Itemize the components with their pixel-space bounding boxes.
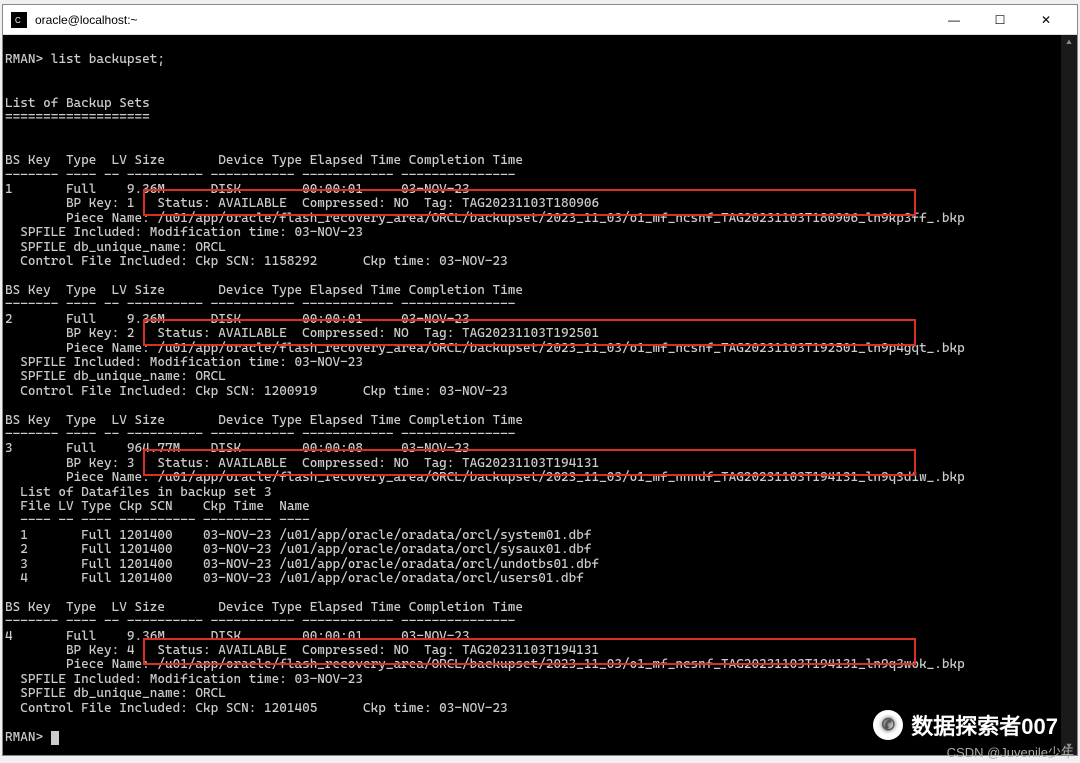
col-header2: BS Key Type LV Size Device Type Elapsed … <box>5 283 523 298</box>
col-dash2: ------- ---- -- ---------- ----------- -… <box>5 297 515 312</box>
bs1-piece-label: Piece Name: <box>5 211 157 226</box>
bs2-row: 2 Full 9.36M DISK 00:00:01 03-NOV-23 <box>5 312 470 327</box>
bs3-piece-path: /u01/app/oracle/flash_recovery_area/ORCL… <box>157 470 964 485</box>
col-header: BS Key Type LV Size Device Type Elapsed … <box>5 153 523 168</box>
col-header4: BS Key Type LV Size Device Type Elapsed … <box>5 600 523 615</box>
terminal-body[interactable]: RMAN> list backupset; List of Backup Set… <box>3 35 1077 755</box>
terminal-icon: C <box>11 12 27 28</box>
window-controls: — ☐ ✕ <box>931 5 1069 35</box>
terminal-window: C oracle@localhost:~ — ☐ ✕ RMAN> list ba… <box>2 4 1078 756</box>
bs3-df-cols: File LV Type Ckp SCN Ckp Time Name <box>5 499 310 514</box>
bs4-bpkey: BP Key: 4 Status: AVAILABLE Compressed: … <box>5 643 599 658</box>
heading: List of Backup Sets <box>5 96 150 111</box>
command: list backupset; <box>51 52 165 67</box>
bs3-df1: 1 Full 1201400 03-NOV-23 /u01/app/oracle… <box>5 528 592 543</box>
col-dash3: ------- ---- -- ---------- ----------- -… <box>5 427 515 442</box>
bs2-sp1: SPFILE Included: Modification time: 03-N… <box>5 355 363 370</box>
scroll-up-icon[interactable]: ▲ <box>1061 35 1077 51</box>
bs3-df-dash: ---- -- ---- ---------- --------- ---- <box>5 513 310 528</box>
bs4-piece-label: Piece Name: <box>5 657 157 672</box>
watermark-text: 数据探索者007 <box>911 709 1058 741</box>
bs3-df2: 2 Full 1201400 03-NOV-23 /u01/app/oracle… <box>5 542 592 557</box>
bs1-piece-path: /u01/app/oracle/flash_recovery_area/ORCL… <box>157 211 964 226</box>
prompt: RMAN> <box>5 52 43 67</box>
bs2-piece-label: Piece Name: <box>5 341 157 356</box>
bs1-row: 1 Full 9.36M DISK 00:00:01 03-NOV-23 <box>5 182 470 197</box>
bs3-piece-label: Piece Name: <box>5 470 157 485</box>
bs1-sp1: SPFILE Included: Modification time: 03-N… <box>5 225 363 240</box>
window-title: oracle@localhost:~ <box>35 13 931 27</box>
watermark: ✆ 数据探索者007 <box>873 709 1058 741</box>
bs1-bpkey: BP Key: 1 Status: AVAILABLE Compressed: … <box>5 196 599 211</box>
cursor <box>51 731 59 745</box>
prompt2: RMAN> <box>5 730 43 745</box>
bs1-ctrl: Control File Included: Ckp SCN: 1158292 … <box>5 254 508 269</box>
col-dash: ------- ---- -- ---------- ----------- -… <box>5 168 515 183</box>
svg-text:C: C <box>15 16 21 25</box>
bs3-df4: 4 Full 1201400 03-NOV-23 /u01/app/oracle… <box>5 571 584 586</box>
heading-underline: =================== <box>5 110 150 125</box>
bs4-row: 4 Full 9.36M DISK 00:00:01 03-NOV-23 <box>5 629 470 644</box>
window-titlebar: C oracle@localhost:~ — ☐ ✕ <box>3 5 1077 35</box>
bs2-ctrl: Control File Included: Ckp SCN: 1200919 … <box>5 384 508 399</box>
bs4-piece-path: /u01/app/oracle/flash_recovery_area/ORCL… <box>157 657 964 672</box>
col-header3: BS Key Type LV Size Device Type Elapsed … <box>5 413 523 428</box>
bs4-sp1: SPFILE Included: Modification time: 03-N… <box>5 672 363 687</box>
maximize-button[interactable]: ☐ <box>977 5 1023 35</box>
scrollbar[interactable]: ▲ ▼ <box>1061 35 1077 755</box>
bs2-bpkey: BP Key: 2 Status: AVAILABLE Compressed: … <box>5 326 599 341</box>
bs4-sp2: SPFILE db_unique_name: ORCL <box>5 686 226 701</box>
bs3-row: 3 Full 964.77M DISK 00:00:08 03-NOV-23 <box>5 441 470 456</box>
col-dash4: ------- ---- -- ---------- ----------- -… <box>5 614 515 629</box>
bs3-df-head: List of Datafiles in backup set 3 <box>5 485 272 500</box>
bs3-df3: 3 Full 1201400 03-NOV-23 /u01/app/oracle… <box>5 557 599 572</box>
bs2-piece-path: /u01/app/oracle/flash_recovery_area/ORCL… <box>157 341 964 356</box>
close-button[interactable]: ✕ <box>1023 5 1069 35</box>
bs2-sp2: SPFILE db_unique_name: ORCL <box>5 369 226 384</box>
bs4-ctrl: Control File Included: Ckp SCN: 1201405 … <box>5 701 508 716</box>
minimize-button[interactable]: — <box>931 5 977 35</box>
wechat-icon: ✆ <box>873 710 903 740</box>
bs1-sp2: SPFILE db_unique_name: ORCL <box>5 240 226 255</box>
bs3-bpkey: BP Key: 3 Status: AVAILABLE Compressed: … <box>5 456 599 471</box>
csdn-watermark: CSDN @Juvenile少年 <box>947 742 1074 761</box>
